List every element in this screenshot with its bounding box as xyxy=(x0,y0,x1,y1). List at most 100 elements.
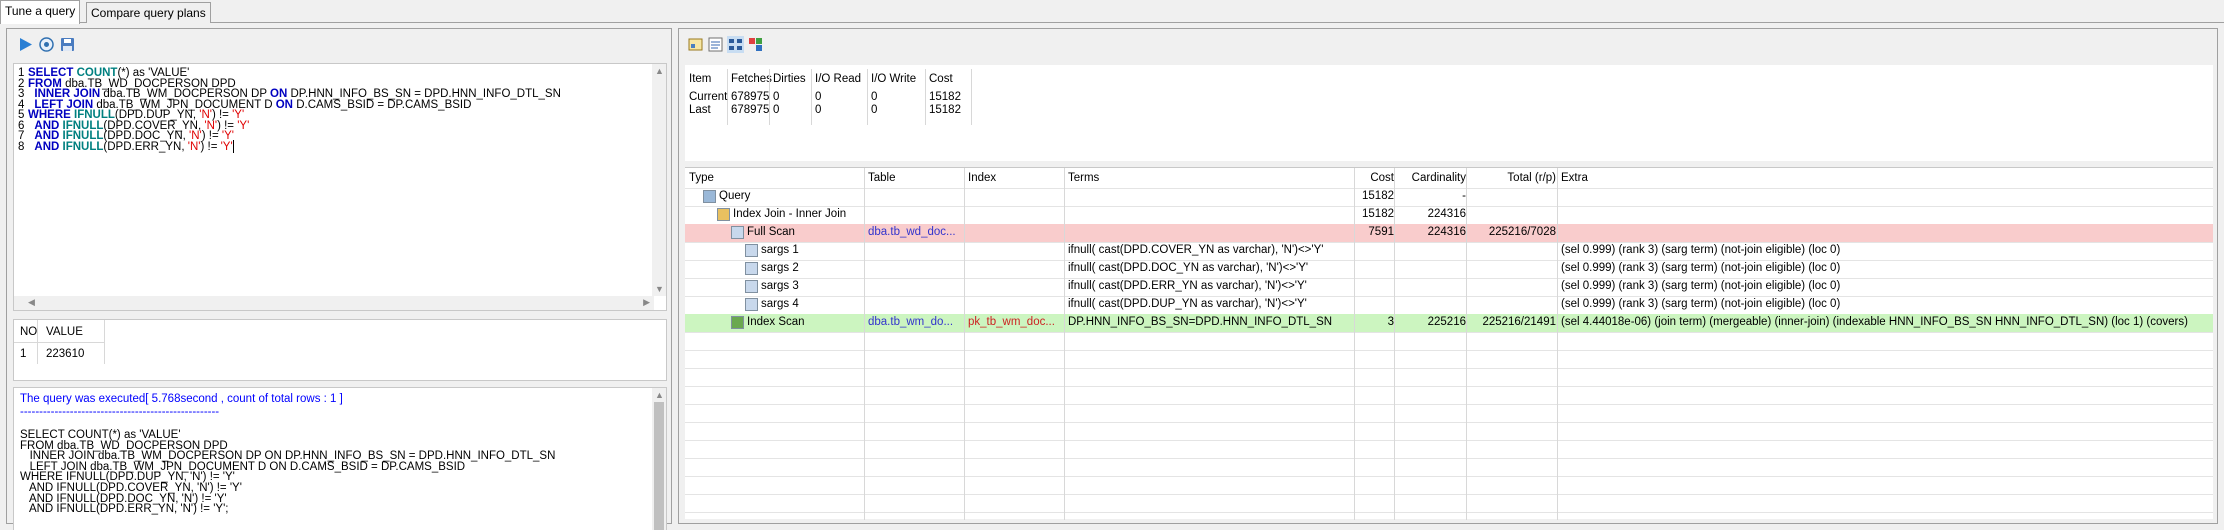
query-pane: 1 SELECT COUNT(*) as 'VALUE' 2 FROM dba.TB_… xyxy=(6,28,672,530)
code-token: AND xyxy=(34,140,63,153)
plan-tree-icon[interactable] xyxy=(727,36,744,53)
plan-row[interactable]: sargs 3 ifnull( cast(DPD.ERR_YN as varcha… xyxy=(685,278,2213,296)
plan-header[interactable]: Type xyxy=(689,168,868,188)
plan-cell-total: 225216/7028 xyxy=(1488,226,1556,238)
output-console: The query was executed[ 5.768second , co… xyxy=(13,387,667,530)
plan-cell-type: sargs 3 xyxy=(761,280,799,292)
run-icon[interactable] xyxy=(17,36,34,53)
io-stats-table: Item Fetches Dirties I/O Read I/O Write Cost C… xyxy=(685,65,2213,161)
plan-cell-extra: (sel 4.44018e-06) (join term) (mergeable… xyxy=(1561,316,2188,328)
save-icon[interactable] xyxy=(59,36,76,53)
stats-cell[interactable]: Last xyxy=(689,104,711,116)
plan-cell-extra: (sel 0.999) (rank 3) (sarg term) (not-jo… xyxy=(1561,280,1841,292)
sarg-icon xyxy=(745,280,758,293)
plan-row[interactable]: sargs 1 ifnull( cast(DPD.COVER_YN as varc… xyxy=(685,242,2213,260)
plan-cell-index: pk_tb_wm_doc... xyxy=(968,316,1055,328)
editor-vertical-scrollbar[interactable]: ▲ ▼ xyxy=(652,64,666,296)
sarg-icon xyxy=(745,244,758,257)
plan-header[interactable]: Table xyxy=(868,168,968,188)
stats-cell[interactable]: 0 xyxy=(871,104,877,116)
code-token: 'Y' xyxy=(220,140,233,153)
stats-cell[interactable]: 15182 xyxy=(929,91,961,103)
plan-cell-card: 225216 xyxy=(1427,316,1466,328)
result-header-value: VALUE xyxy=(46,326,83,338)
query-plan-table: Type Table Index Terms Cost Cardinality Total … xyxy=(685,167,2213,520)
tab-tune-query[interactable]: Tune a query xyxy=(0,0,81,24)
tab-bar: Tune a query Compare query plans xyxy=(0,0,2224,24)
console-separator: ----------------------------------------… xyxy=(20,406,220,418)
plan-row[interactable]: Full Scan dba.tb_wd_doc... 7591 224316 22521… xyxy=(685,224,2213,242)
plan-cell-extra: (sel 0.999) (rank 3) (sarg term) (not-jo… xyxy=(1561,298,1841,310)
plan-toolbar xyxy=(679,29,2217,59)
plan-cell-terms: ifnull( cast(DPD.COVER_YN as varchar), '… xyxy=(1068,244,1324,256)
plan-header[interactable]: Cardinality xyxy=(1398,168,1466,188)
plan-cell-type: sargs 4 xyxy=(761,298,799,310)
query-icon xyxy=(703,190,716,203)
plan-row[interactable]: Index Scan dba.tb_wm_do... pk_tb_wm_doc...… xyxy=(685,314,2213,332)
sarg-icon xyxy=(745,262,758,275)
plan-cell-card: - xyxy=(1462,190,1466,202)
plan-cell-type: sargs 2 xyxy=(761,262,799,274)
stats-cell[interactable]: 678975 xyxy=(731,104,769,116)
code-token: D.CAMS_BSID = DP.CAMS_BSID xyxy=(296,98,472,111)
sarg-icon xyxy=(745,298,758,311)
plan-row[interactable]: Query 15182 - xyxy=(685,188,2213,206)
plan-header[interactable]: Index xyxy=(968,168,1068,188)
code-token: 'N' xyxy=(187,140,201,153)
plan-cell-terms: ifnull( cast(DPD.DOC_YN as varchar), 'N'… xyxy=(1068,262,1309,274)
stats-cell[interactable]: 15182 xyxy=(929,104,961,116)
plan-cell-extra: (sel 0.999) (rank 3) (sarg term) (not-jo… xyxy=(1561,244,1841,256)
plan-cell-card: 224316 xyxy=(1427,208,1466,220)
text-cursor xyxy=(232,139,234,153)
editor-horizontal-scrollbar[interactable]: ◀ ▶ xyxy=(14,296,654,310)
plan-compare-icon[interactable] xyxy=(747,36,764,53)
code-token: ) != xyxy=(200,140,221,153)
app-window: Tune a query Compare query plans 1 SELECT… xyxy=(0,0,2224,530)
sql-editor[interactable]: 1 SELECT COUNT(*) as 'VALUE' 2 FROM dba.TB_… xyxy=(13,63,667,311)
plan-cell-total: 225216/21491 xyxy=(1482,316,1556,328)
stats-cell[interactable]: 678975 xyxy=(731,91,769,103)
plan-row[interactable]: sargs 4 ifnull( cast(DPD.DUP_YN as varcha… xyxy=(685,296,2213,314)
code-token: (DPD.ERR_YN, xyxy=(103,140,188,153)
plan-header[interactable]: Total (r/p) xyxy=(1470,168,1556,188)
plan-row[interactable]: sargs 2 ifnull( cast(DPD.DOC_YN as varcha… xyxy=(685,260,2213,278)
stats-cell[interactable]: 0 xyxy=(871,91,877,103)
stats-cell[interactable]: 0 xyxy=(815,91,821,103)
explain-icon[interactable] xyxy=(38,36,55,53)
result-cell-no[interactable]: 1 xyxy=(14,348,26,360)
plan-text-icon[interactable] xyxy=(707,36,724,53)
plan-cell-cost: 15182 xyxy=(1362,208,1394,220)
folder-icon xyxy=(717,208,730,221)
plan-cell-terms: DP.HNN_INFO_BS_SN=DPD.HNN_INFO_DTL_SN xyxy=(1068,316,1333,328)
plan-cell-type: Query xyxy=(719,190,751,202)
plan-header[interactable]: Terms xyxy=(1068,168,1358,188)
plan-header[interactable]: Cost xyxy=(1358,168,1394,188)
plan-cell-type: sargs 1 xyxy=(761,244,799,256)
stats-header: I/O Write xyxy=(871,73,917,85)
result-cell-value[interactable]: 223610 xyxy=(40,348,84,360)
stats-cell[interactable]: 0 xyxy=(773,91,779,103)
stats-cell[interactable]: Current xyxy=(689,91,727,103)
plan-cell-cost: 3 xyxy=(1387,316,1394,328)
stats-header: Fetches xyxy=(731,73,772,85)
code-line[interactable]: 8 AND IFNULL(DPD.ERR_YN, 'N') != 'Y' xyxy=(14,139,234,155)
stats-header: Cost xyxy=(929,73,953,85)
tab-compare-plans[interactable]: Compare query plans xyxy=(86,2,211,23)
stats-cell[interactable]: 0 xyxy=(773,104,779,116)
plan-cell-table: dba.tb_wd_doc... xyxy=(868,226,956,238)
plan-cell-card: 224316 xyxy=(1427,226,1466,238)
plan-cell-cost: 7591 xyxy=(1368,226,1394,238)
plan-row[interactable]: Index Join - Inner Join 15182 224316 xyxy=(685,206,2213,224)
stats-header: Dirties xyxy=(773,73,806,85)
stats-cell[interactable]: 0 xyxy=(815,104,821,116)
plan-header[interactable]: Extra xyxy=(1561,168,2201,188)
plan-pane: Item Fetches Dirties I/O Read I/O Write Cost C… xyxy=(678,28,2218,524)
stats-header: Item xyxy=(689,73,712,85)
stats-header: I/O Read xyxy=(815,73,862,85)
console-sql-line: AND IFNULL(DPD.ERR_YN, 'N') != 'Y'; xyxy=(20,503,229,516)
plan-graph-icon[interactable] xyxy=(687,36,704,53)
console-scrollbar[interactable]: ▲ ▼ xyxy=(652,388,666,530)
code-token: IFNULL xyxy=(62,140,104,153)
line-number: 8 xyxy=(18,140,25,153)
plan-cell-cost: 15182 xyxy=(1362,190,1394,202)
